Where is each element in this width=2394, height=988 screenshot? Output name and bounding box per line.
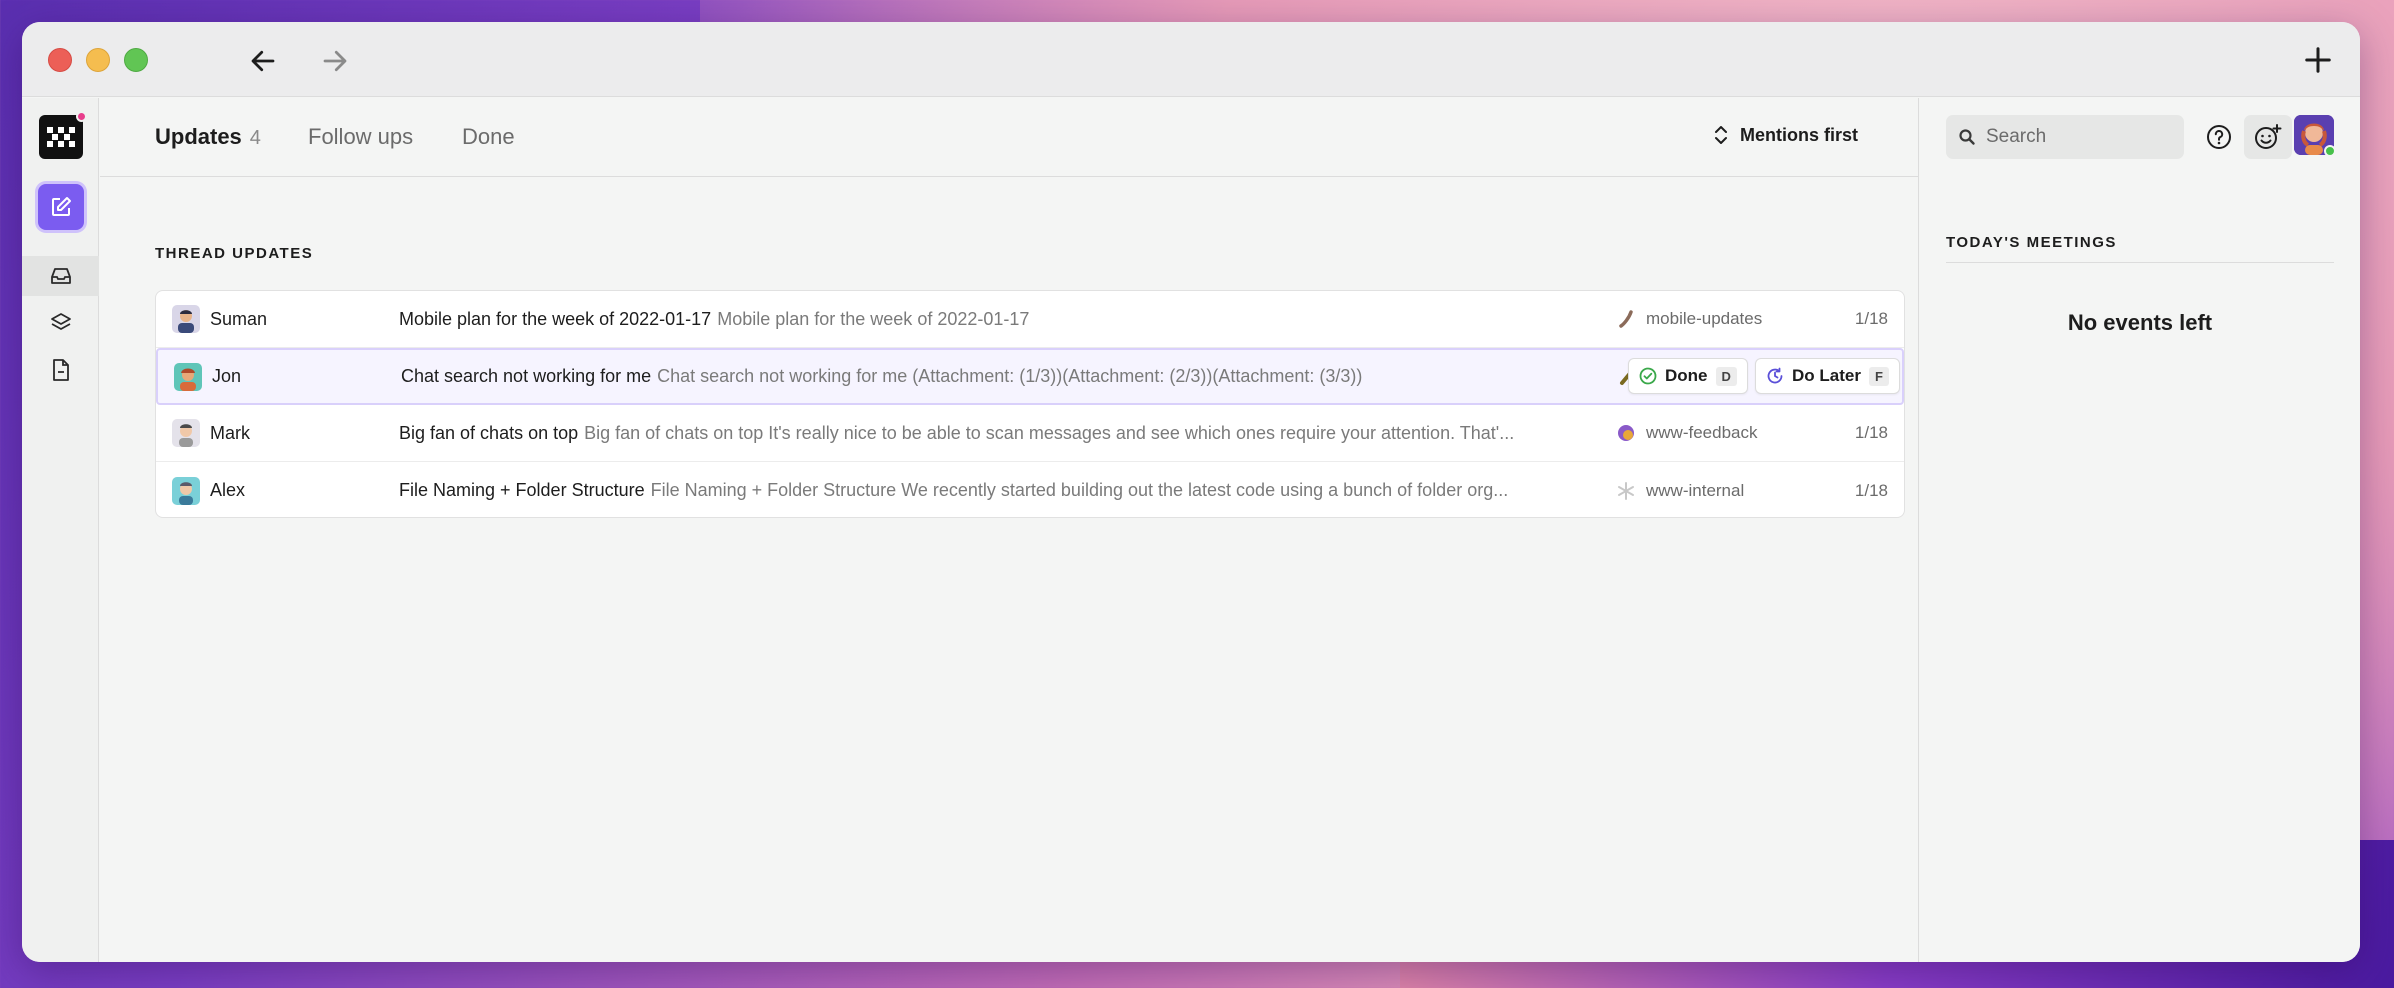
tabs-bar: Updates 4 Follow ups Done Mentions first <box>100 98 1918 177</box>
thread-row-selected[interactable]: Jon Chat search not working for me Chat s… <box>156 348 1904 405</box>
online-status-indicator <box>2324 145 2336 157</box>
notification-dot <box>76 111 87 122</box>
clock-arrow-icon <box>1767 367 1783 384</box>
document-icon <box>52 359 69 381</box>
thread-sender: Jon <box>212 366 242 386</box>
workspace-logo[interactable] <box>39 111 87 159</box>
tab-follow-ups[interactable]: Follow ups <box>308 124 413 150</box>
avatar <box>172 305 200 333</box>
done-shortcut: D <box>1715 366 1737 386</box>
plus-icon <box>2305 47 2331 73</box>
thread-row[interactable]: Suman Mobile plan for the week of 2022-0… <box>156 291 1904 348</box>
thread-preview: Mobile plan for the week of 2022-01-17 <box>717 308 1030 329</box>
sort-label: Mentions first <box>1739 124 1858 145</box>
meetings-title: TODAY'S MEETINGS <box>1946 234 2117 251</box>
do-later-shortcut: F <box>1868 366 1889 386</box>
thread-sender: Alex <box>210 480 246 500</box>
search-icon <box>1959 129 1975 145</box>
titlebar <box>22 22 2360 97</box>
sidebar <box>22 98 99 962</box>
sidebar-item-layers[interactable] <box>22 303 99 343</box>
thread-preview: Big fan of chats on top It's really nice… <box>584 422 1515 443</box>
thread-channel: mobile-updates <box>1616 309 1762 329</box>
thread-preview: File Naming + Folder Structure We recent… <box>650 480 1509 500</box>
thread-subject: File Naming + Folder Structure File Namin… <box>399 480 1589 501</box>
channel-name: www-internal <box>1646 480 1745 500</box>
thread-subject: Big fan of chats on top Big fan of chats … <box>399 423 1589 444</box>
status-emoji-button[interactable] <box>2244 115 2292 159</box>
logo-icon <box>47 127 75 147</box>
help-icon <box>2207 125 2231 149</box>
close-window-button[interactable] <box>48 48 72 72</box>
avatar <box>172 419 200 447</box>
do-later-button[interactable]: Do Later F <box>1755 358 1900 394</box>
no-events-message: No events left <box>2067 310 2213 335</box>
thread-sender: Suman <box>210 308 268 329</box>
section-title: THREAD UPDATES <box>155 245 314 262</box>
done-button[interactable]: Done D <box>1628 358 1748 394</box>
thread-row[interactable]: Alex File Naming + Folder Structure File … <box>156 462 1904 517</box>
sort-button[interactable]: Mentions first <box>1714 124 1858 146</box>
updown-chevron-icon <box>1714 126 1727 144</box>
help-button[interactable] <box>2200 118 2238 156</box>
thread-subject: Mobile plan for the week of 2022-01-17 Mo… <box>399 309 1589 330</box>
thread-channel: www-internal <box>1616 481 1744 501</box>
sidebar-item-inbox[interactable] <box>22 256 99 296</box>
tab-count: 4 <box>249 127 261 149</box>
thread-list: Suman Mobile plan for the week of 2022-0… <box>155 290 1905 518</box>
tab-label: Updates <box>155 124 242 149</box>
divider <box>1946 262 2334 263</box>
thread-date: 1/18 <box>1854 480 1888 500</box>
tab-updates[interactable]: Updates 4 <box>155 124 261 150</box>
forward-button[interactable] <box>318 44 352 78</box>
add-emoji-icon <box>2255 124 2282 149</box>
thread-channel: www-feedback <box>1616 423 1758 443</box>
avatar <box>172 476 200 505</box>
thread-title: File Naming + Folder Structure <box>399 480 645 500</box>
layers-icon <box>50 313 71 330</box>
app-window: Updates 4 Follow ups Done Mentions first … <box>22 22 2360 962</box>
minimize-window-button[interactable] <box>86 48 110 72</box>
do-later-label: Do Later <box>1792 366 1861 385</box>
thread-sender: Mark <box>210 422 250 443</box>
snowflake-icon <box>1616 481 1636 501</box>
thread-preview: Chat search not working for me (Attachme… <box>657 366 1363 386</box>
thread-date: 1/18 <box>1854 309 1888 328</box>
thread-title: Chat search not working for me <box>401 366 652 386</box>
thread-title: Big fan of chats on top <box>399 422 579 443</box>
thread-row[interactable]: Mark Big fan of chats on top Big fan of c… <box>156 405 1904 462</box>
back-button[interactable] <box>246 44 280 78</box>
channel-icon <box>1616 423 1636 443</box>
thread-date: 1/18 <box>1854 423 1888 442</box>
main-content: Updates 4 Follow ups Done Mentions first … <box>100 98 1918 962</box>
arrow-right-icon <box>323 50 347 72</box>
thread-title: Mobile plan for the week of 2022-01-17 <box>399 308 712 329</box>
done-label: Done <box>1665 366 1708 385</box>
arrow-left-icon <box>251 50 275 72</box>
phone-icon <box>1616 309 1636 329</box>
sidebar-item-docs[interactable] <box>22 350 99 390</box>
zoom-window-button[interactable] <box>124 48 148 72</box>
channel-name: mobile-updates <box>1646 309 1763 328</box>
channel-name: www-feedback <box>1646 423 1758 442</box>
check-circle-icon <box>1639 367 1657 385</box>
right-panel: Search TODAY'S MEETINGS No events left <box>1918 98 2360 962</box>
tab-done[interactable]: Done <box>462 124 515 150</box>
inbox-icon <box>50 268 71 284</box>
thread-subject: Chat search not working for me Chat searc… <box>401 366 1591 387</box>
new-button[interactable] <box>2300 42 2336 78</box>
compose-icon <box>52 197 71 216</box>
search-placeholder: Search <box>1986 126 2047 147</box>
compose-button[interactable] <box>38 184 84 230</box>
avatar <box>174 362 202 391</box>
search-input[interactable]: Search <box>1946 115 2184 159</box>
